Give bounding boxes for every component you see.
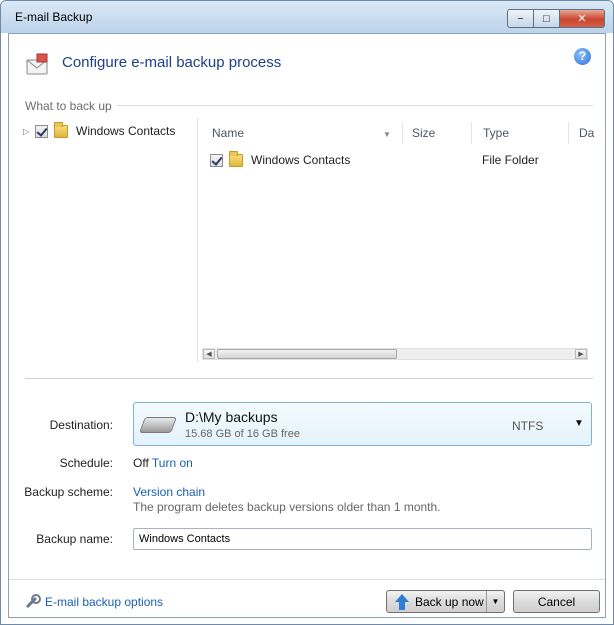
tree-item-label: Windows Contacts <box>76 124 176 138</box>
dropdown-arrow-icon[interactable]: ▼ <box>574 418 584 429</box>
list-header: Name ▼ Size Type Da <box>198 118 594 146</box>
section-divider <box>117 105 593 106</box>
maximize-button[interactable]: □ <box>533 9 560 28</box>
footer: E-mail backup options Back up now ▼ Canc… <box>9 579 605 617</box>
list-item-type: File Folder <box>482 153 539 167</box>
horizontal-scrollbar[interactable]: ◀ ▶ <box>202 348 588 360</box>
back-up-now-label: Back up now <box>415 594 484 609</box>
section-divider <box>25 378 593 379</box>
column-header-size[interactable]: Size <box>412 126 435 140</box>
folder-icon <box>229 150 243 167</box>
scroll-right-icon[interactable]: ▶ <box>575 349 587 359</box>
destination-free-space: 15.68 GB of 16 GB free <box>185 428 300 440</box>
backup-scheme-description: The program deletes backup versions olde… <box>133 500 441 514</box>
cancel-button[interactable]: Cancel <box>513 590 600 613</box>
destination-label: Destination: <box>49 418 113 432</box>
backup-name-label: Backup name: <box>36 532 113 546</box>
backup-scheme-label: Backup scheme: <box>24 485 113 499</box>
email-backup-window: E-mail Backup − □ ✕ Configure e-mail bac… <box>0 0 614 625</box>
list-item[interactable]: Windows Contacts <box>210 150 351 167</box>
email-backup-options-link[interactable]: E-mail backup options <box>23 594 163 610</box>
back-up-now-button[interactable]: Back up now ▼ <box>386 590 505 613</box>
column-header-type[interactable]: Type <box>483 126 509 140</box>
title-bar[interactable]: E-mail Backup − □ ✕ <box>1 1 613 33</box>
schedule-value: Off Turn on <box>133 456 193 470</box>
folder-icon <box>54 121 68 138</box>
minimize-button[interactable]: − <box>507 9 534 28</box>
column-separator[interactable] <box>568 122 569 144</box>
schedule-label: Schedule: <box>59 456 113 470</box>
column-header-date[interactable]: Da <box>579 126 594 140</box>
email-backup-icon <box>26 53 48 75</box>
column-header-name[interactable]: Name <box>212 126 244 140</box>
destination-path: D:\My backups <box>185 409 278 425</box>
turn-on-link[interactable]: Turn on <box>152 456 193 470</box>
source-tree: ▷ Windows Contacts <box>23 121 198 362</box>
dialog-content: Configure e-mail backup process ? What t… <box>8 33 606 618</box>
section-label-what-to-back-up: What to back up <box>25 99 112 113</box>
list-item-name: Windows Contacts <box>251 153 351 167</box>
column-separator[interactable] <box>402 122 403 144</box>
close-button[interactable]: ✕ <box>559 9 605 28</box>
tree-item-windows-contacts[interactable]: ▷ Windows Contacts <box>23 121 176 138</box>
window-controls: − □ ✕ <box>507 9 605 28</box>
upload-arrow-icon <box>395 593 409 610</box>
back-up-now-dropdown-icon[interactable]: ▼ <box>486 591 504 612</box>
file-list: Name ▼ Size Type Da Windows Contacts Fil… <box>197 118 594 362</box>
window-title: E-mail Backup <box>15 10 93 24</box>
destination-selector[interactable]: D:\My backups 15.68 GB of 16 GB free NTF… <box>133 402 592 446</box>
page-title: Configure e-mail backup process <box>62 54 282 71</box>
hard-disk-icon <box>139 417 177 433</box>
backup-name-input[interactable] <box>133 528 592 550</box>
wrench-icon <box>23 594 41 610</box>
options-link-label: E-mail backup options <box>45 595 164 609</box>
help-icon[interactable]: ? <box>574 48 591 65</box>
column-separator[interactable] <box>471 122 472 144</box>
scroll-left-icon[interactable]: ◀ <box>203 349 215 359</box>
scrollbar-thumb[interactable] <box>217 349 397 359</box>
sort-descending-icon: ▼ <box>383 130 391 139</box>
tree-item-checkbox[interactable] <box>35 124 48 138</box>
list-item-checkbox[interactable] <box>210 153 223 167</box>
expand-arrow-icon[interactable]: ▷ <box>23 127 35 136</box>
schedule-status: Off <box>133 456 149 470</box>
backup-scheme-link[interactable]: Version chain <box>133 485 205 499</box>
destination-filesystem: NTFS <box>512 419 544 433</box>
